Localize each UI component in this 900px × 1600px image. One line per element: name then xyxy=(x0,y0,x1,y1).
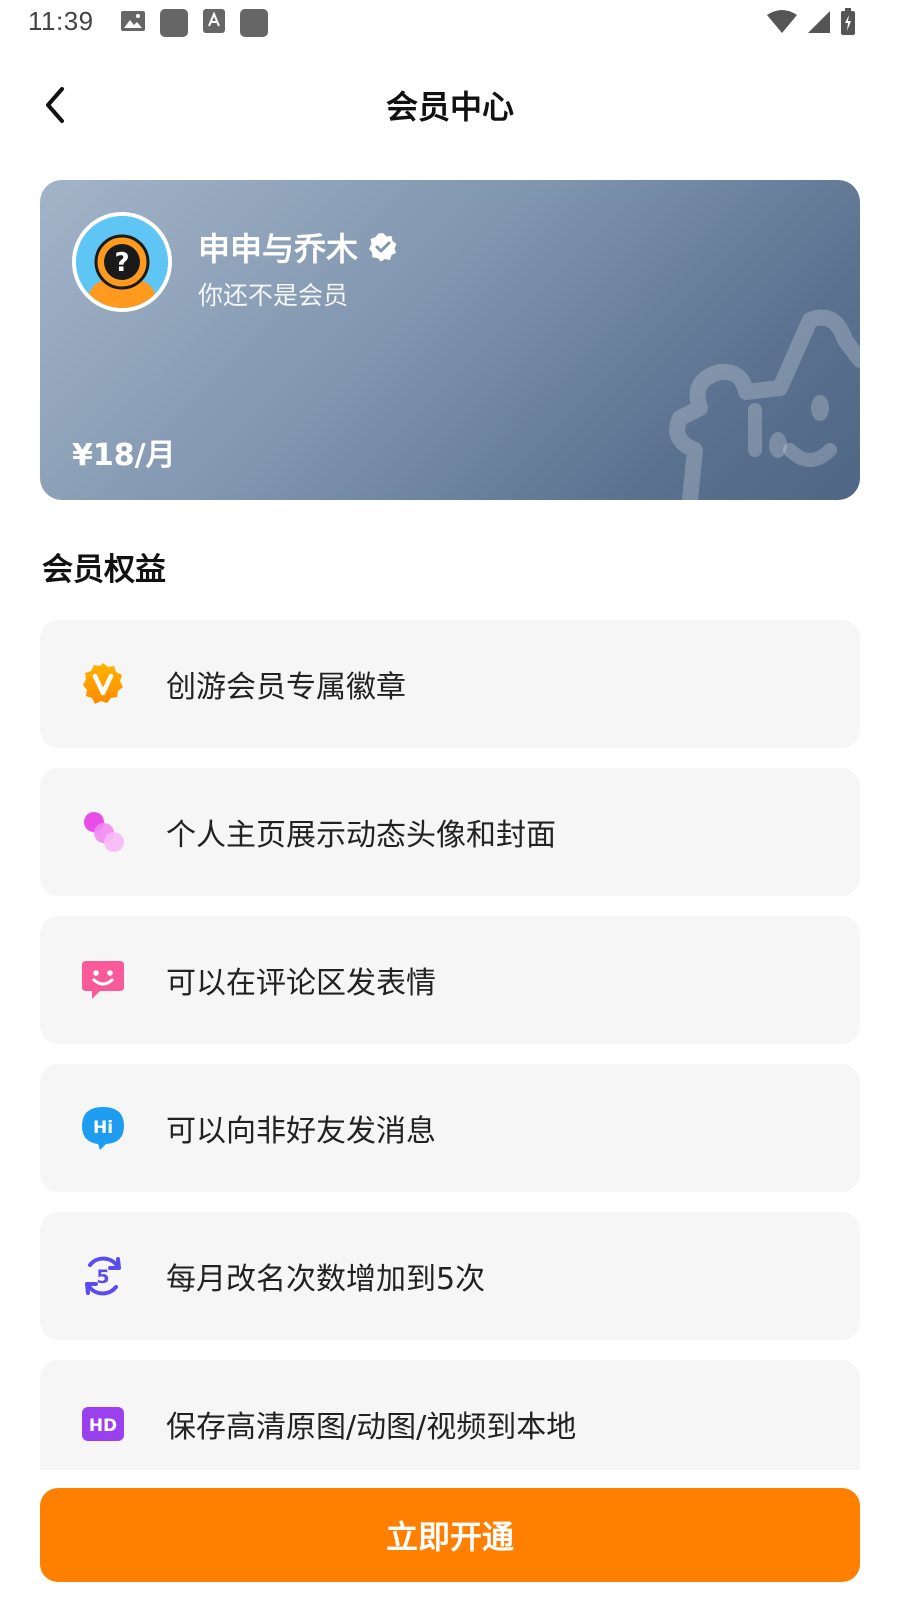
benefit-item-emoji-comment[interactable]: 可以在评论区发表情 xyxy=(40,916,860,1044)
benefit-item-save-hd[interactable]: HD 保存高清原图/动图/视频到本地 xyxy=(40,1360,860,1470)
benefit-label: 创游会员专属徽章 xyxy=(166,670,406,705)
benefit-label: 个人主页展示动态头像和封面 xyxy=(166,818,556,853)
hd-icon: HD xyxy=(80,1401,126,1447)
benefit-item-dynamic-avatar[interactable]: 个人主页展示动态头像和封面 xyxy=(40,768,860,896)
battery-icon xyxy=(840,8,856,40)
bubbles-icon xyxy=(80,809,126,855)
cta-area: 立即开通 xyxy=(0,1470,900,1600)
member-card: ? 申申与乔木 你还不是会员 ¥18/月 xyxy=(40,180,860,500)
wifi-icon xyxy=(766,9,798,39)
price: ¥18/月 xyxy=(72,438,176,473)
verified-badge-icon xyxy=(369,233,397,262)
hi-chat-icon: Hi xyxy=(80,1105,126,1151)
page: 11:39 会员中心 ? 申申与乔木 你还不是会员 ¥18/月 会员权益 创游会… xyxy=(0,0,900,1600)
benefits-section-title: 会员权益 xyxy=(42,552,166,588)
svg-text:5: 5 xyxy=(96,1266,109,1288)
avatar-placeholder-icon: ? xyxy=(76,216,168,308)
benefit-label: 保存高清原图/动图/视频到本地 xyxy=(166,1410,577,1445)
benefit-item-message-stranger[interactable]: Hi 可以向非好友发消息 xyxy=(40,1064,860,1192)
username-row: 申申与乔木 xyxy=(198,224,398,270)
avatar[interactable]: ? xyxy=(72,212,172,312)
svg-text:?: ? xyxy=(114,248,129,278)
benefit-item-rename[interactable]: 5 每月改名次数增加到5次 xyxy=(40,1212,860,1340)
v-badge-icon xyxy=(80,661,126,707)
activate-now-button[interactable]: 立即开通 xyxy=(40,1488,860,1582)
signal-icon xyxy=(806,9,832,39)
benefits-list: 创游会员专属徽章 个人主页展示动态头像和封面 可以在评论区发表情 Hi 可以向非… xyxy=(40,620,860,1470)
status-system-icons xyxy=(766,8,856,40)
emoji-chat-icon xyxy=(80,957,126,1003)
status-bar: 11:39 xyxy=(0,0,900,48)
text-icon xyxy=(202,8,226,38)
benefit-label: 可以向非好友发消息 xyxy=(166,1114,436,1149)
page-title: 会员中心 xyxy=(385,88,514,126)
member-status: 你还不是会员 xyxy=(198,281,349,310)
refresh-five-icon: 5 xyxy=(80,1253,126,1299)
mascot-watermark-icon xyxy=(669,309,860,500)
image-icon xyxy=(120,9,146,37)
app-icon xyxy=(240,9,268,37)
benefit-label: 每月改名次数增加到5次 xyxy=(166,1262,486,1297)
benefit-label: 可以在评论区发表情 xyxy=(166,966,436,1001)
status-notification-icons xyxy=(120,8,268,38)
app-icon xyxy=(160,9,188,37)
svg-text:HD: HD xyxy=(89,1416,117,1436)
status-time: 11:39 xyxy=(28,6,94,36)
header: 会员中心 xyxy=(0,70,900,140)
svg-text:Hi: Hi xyxy=(93,1118,113,1138)
benefit-item-badge[interactable]: 创游会员专属徽章 xyxy=(40,620,860,748)
username: 申申与乔木 xyxy=(198,230,359,268)
